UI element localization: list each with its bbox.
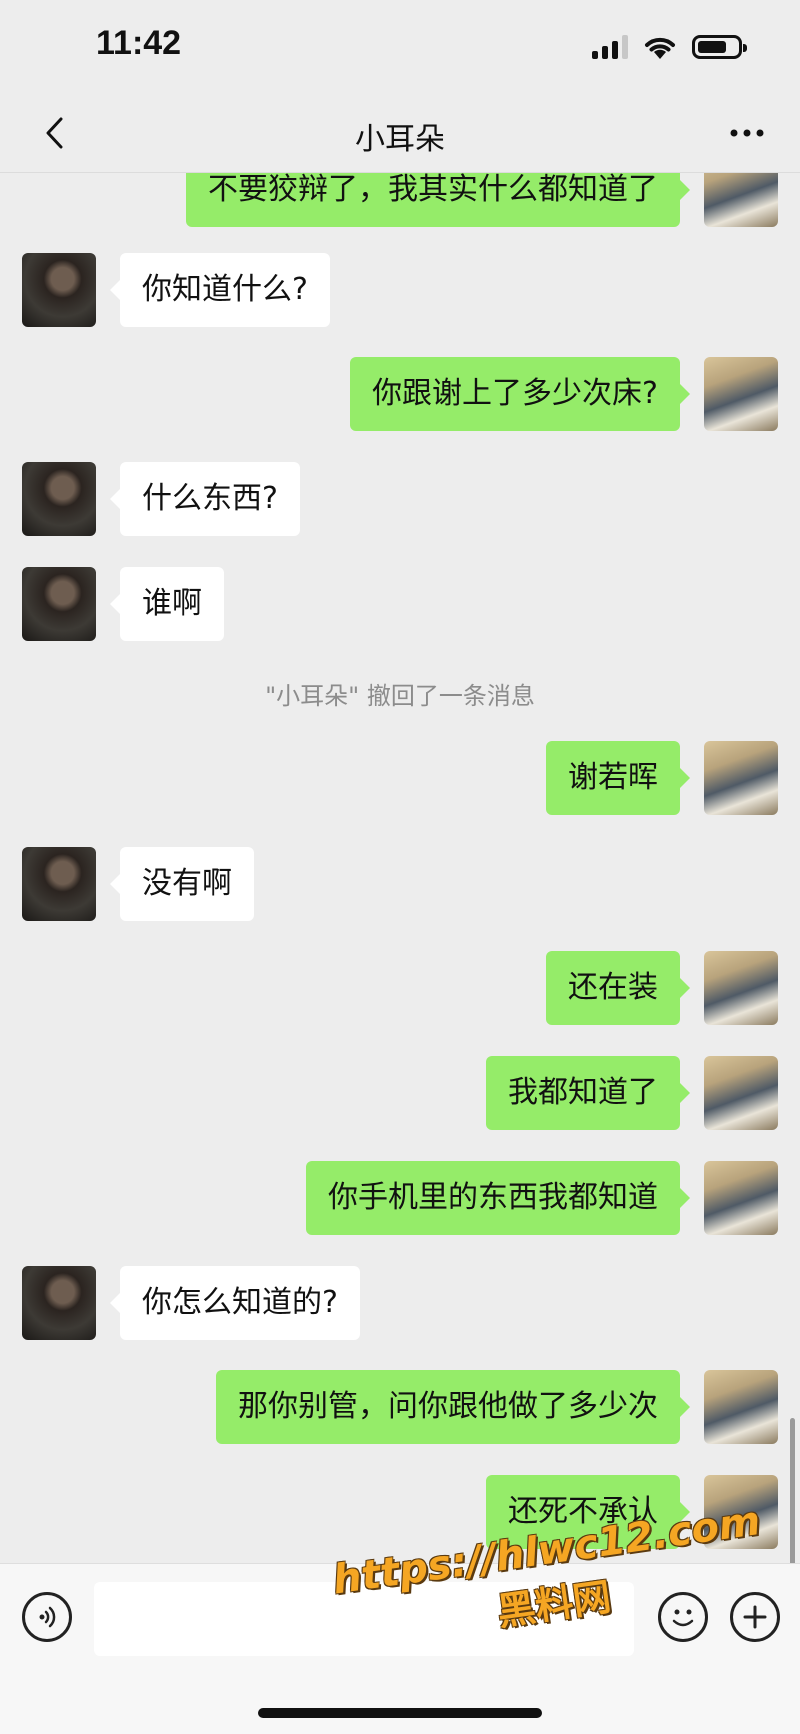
my-avatar[interactable] — [704, 357, 778, 431]
wifi-icon — [645, 37, 675, 59]
more-options-button[interactable] — [722, 108, 772, 158]
chat-header: 小耳朵 — [0, 100, 800, 173]
message-bubble-mine[interactable]: 你手机里的东西我都知道 — [306, 1161, 690, 1235]
battery-icon — [692, 35, 747, 59]
message-bubble-mine[interactable]: 谢若晖 — [546, 741, 690, 815]
message-bubble-contact[interactable]: 你知道什么? — [110, 253, 330, 327]
contact-avatar[interactable] — [22, 253, 96, 327]
chat-title: 小耳朵 — [355, 122, 445, 157]
my-avatar[interactable] — [704, 1370, 778, 1444]
message-bubble-contact[interactable]: 谁啊 — [110, 567, 224, 641]
plus-icon — [743, 1605, 767, 1629]
message-bubble-contact[interactable]: 什么东西? — [110, 462, 300, 536]
home-indicator[interactable] — [258, 1708, 542, 1718]
voice-wave-icon — [39, 1606, 56, 1628]
message-row: 还在装 — [0, 951, 800, 1026]
message-row: 什么东西? — [0, 462, 800, 537]
my-avatar[interactable] — [704, 1161, 778, 1235]
message-bubble-contact[interactable]: 没有啊 — [110, 847, 254, 921]
message-bubble-mine[interactable]: 你跟谢上了多少次床? — [350, 357, 690, 431]
my-avatar[interactable] — [704, 741, 778, 815]
message-row: 谁啊 — [0, 567, 800, 642]
message-row: 不要狡辩了，我其实什么都知道了 — [0, 173, 800, 228]
cellular-signal-icon — [592, 35, 628, 59]
voice-input-button[interactable] — [22, 1592, 72, 1642]
message-row: 我都知道了 — [0, 1056, 800, 1131]
message-bubble-contact[interactable]: 你怎么知道的? — [110, 1266, 360, 1340]
message-row: 你怎么知道的? — [0, 1266, 800, 1341]
contact-avatar[interactable] — [22, 567, 96, 641]
my-avatar[interactable] — [704, 173, 778, 227]
message-row: 谢若晖 — [0, 741, 800, 816]
message-list[interactable]: 不要狡辩了，我其实什么都知道了 你知道什么? 你跟谢上了多少次床? 什么东西? … — [0, 173, 800, 1563]
message-row: 那你别管，问你跟他做了多少次 — [0, 1370, 800, 1445]
my-avatar[interactable] — [704, 951, 778, 1025]
message-bubble-mine[interactable]: 我都知道了 — [486, 1056, 690, 1130]
message-row: 没有啊 — [0, 847, 800, 922]
message-bubble-mine[interactable]: 还在装 — [546, 951, 690, 1025]
message-bubble-mine[interactable]: 那你别管，问你跟他做了多少次 — [216, 1370, 690, 1444]
recall-notice: "小耳朵" 撤回了一条消息 — [265, 682, 535, 710]
contact-avatar[interactable] — [22, 1266, 96, 1340]
contact-avatar[interactable] — [22, 847, 96, 921]
more-dots-icon — [730, 129, 764, 137]
status-icons — [592, 32, 747, 62]
status-bar: 11:42 — [0, 0, 800, 100]
contact-avatar[interactable] — [22, 462, 96, 536]
scrollbar[interactable] — [790, 1418, 795, 1563]
message-row: 你跟谢上了多少次床? — [0, 357, 800, 432]
message-bubble-mine[interactable]: 不要狡辩了，我其实什么都知道了 — [186, 173, 690, 227]
message-row: 你手机里的东西我都知道 — [0, 1161, 800, 1236]
status-time: 11:42 — [96, 24, 182, 62]
my-avatar[interactable] — [704, 1056, 778, 1130]
message-row: 你知道什么? — [0, 253, 800, 328]
